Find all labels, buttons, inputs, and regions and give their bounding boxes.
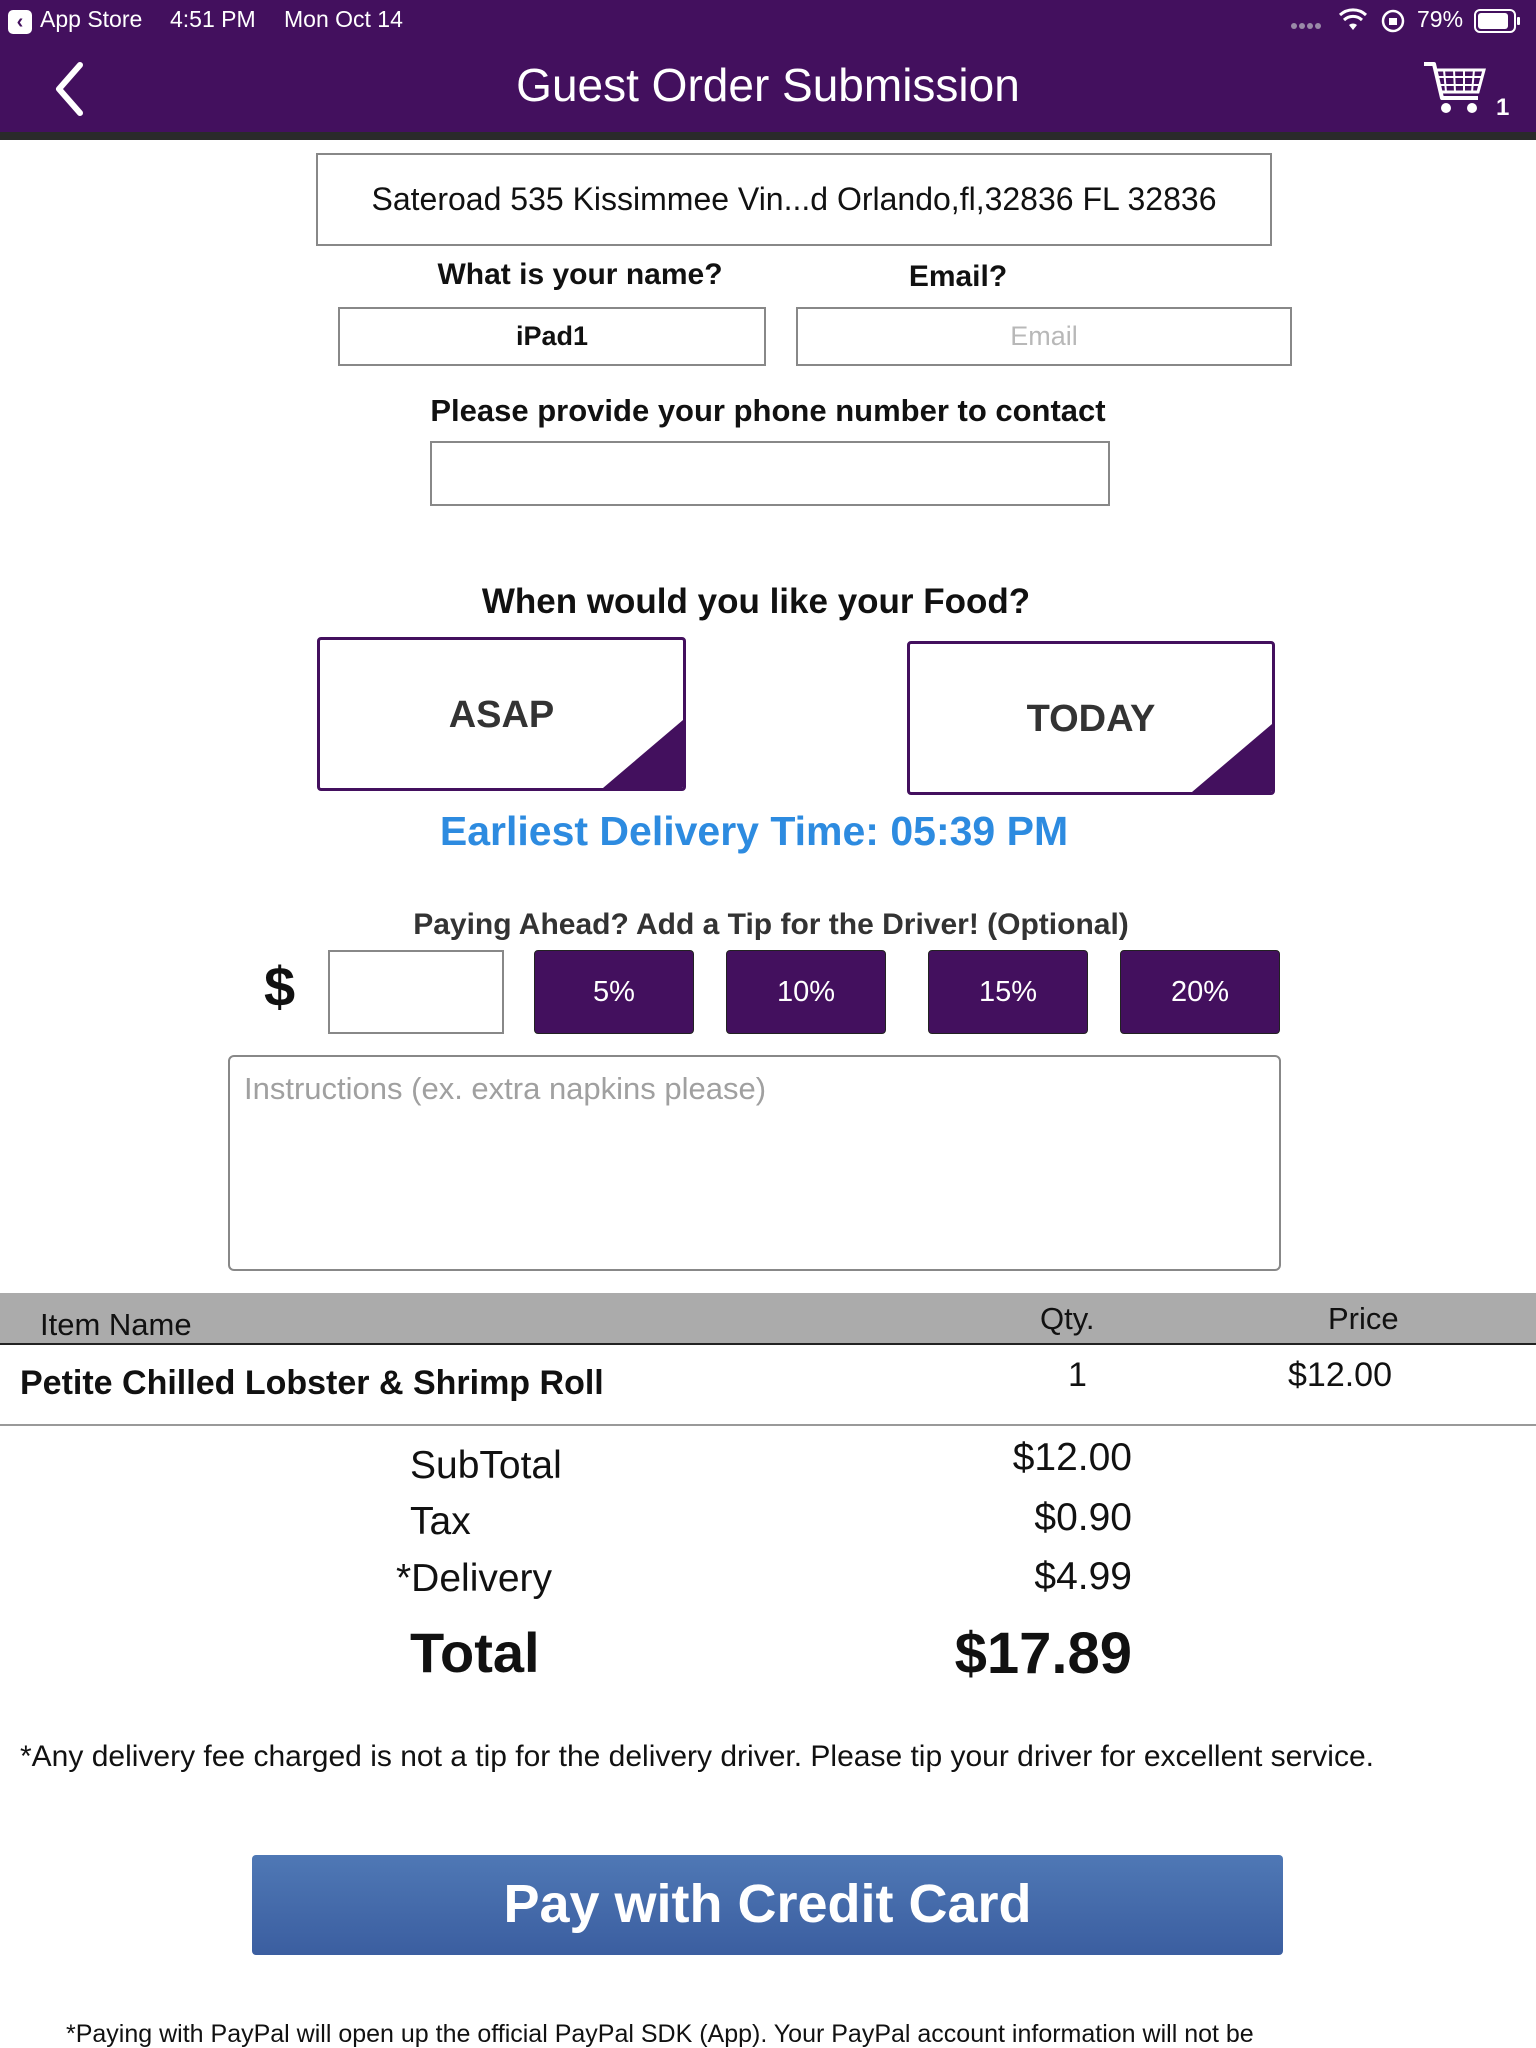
delivery-address-field[interactable]: Sateroad 535 Kissimmee Vin...d Orlando,f… — [316, 153, 1272, 246]
delivery-fee-label: *Delivery — [396, 1557, 553, 1600]
total-label: Total — [410, 1621, 540, 1684]
instructions-textarea[interactable]: Instructions (ex. extra napkins please) — [228, 1055, 1281, 1271]
battery-percent: 79% — [1417, 6, 1464, 32]
delivery-fee-value: $4.99 — [1034, 1555, 1132, 1598]
column-header-item-name: Item Name — [40, 1307, 192, 1342]
pay-with-credit-card-button[interactable]: Pay with Credit Card — [252, 1855, 1283, 1955]
back-app-label[interactable]: App Store — [40, 6, 142, 33]
subtotal-label: SubTotal — [410, 1444, 562, 1487]
tip-20-percent-button[interactable]: 20% — [1120, 950, 1280, 1034]
page-title: Guest Order Submission — [516, 59, 1020, 111]
paypal-note: *Paying with PayPal will open up the off… — [66, 2020, 1254, 2048]
dollar-sign: $ — [264, 955, 296, 1018]
shopping-cart-icon[interactable] — [1422, 60, 1488, 118]
status-time: 4:51 PM — [170, 6, 256, 32]
selection-corner-marker — [603, 720, 683, 788]
tip-5-percent-button[interactable]: 5% — [534, 950, 694, 1034]
battery-icon — [1474, 8, 1522, 39]
item-name: Petite Chilled Lobster & Shrimp Roll — [20, 1364, 604, 1402]
item-price: $12.00 — [1288, 1356, 1392, 1394]
email-label: Email? — [908, 260, 1008, 293]
subtotal-value: $12.00 — [1012, 1436, 1132, 1479]
selection-corner-marker — [1192, 724, 1272, 792]
tip-amount-input[interactable] — [328, 950, 504, 1034]
tip-15-percent-button[interactable]: 15% — [928, 950, 1088, 1034]
tax-value: $0.90 — [1034, 1496, 1132, 1539]
column-header-price: Price — [1328, 1301, 1399, 1336]
status-date: Mon Oct 14 — [284, 6, 403, 32]
phone-label: Please provide your phone number to cont… — [430, 393, 1106, 428]
earliest-delivery-time: Earliest Delivery Time: 05:39 PM — [439, 808, 1069, 854]
asap-button[interactable]: ASAP — [317, 637, 686, 791]
tax-label: Tax — [410, 1500, 471, 1543]
total-value: $17.89 — [954, 1621, 1132, 1686]
phone-input[interactable] — [430, 441, 1110, 506]
today-button[interactable]: TODAY — [907, 641, 1275, 795]
orientation-lock-icon — [1380, 8, 1406, 39]
column-header-qty: Qty. — [1040, 1301, 1095, 1336]
email-input[interactable]: Email — [796, 307, 1292, 366]
delivery-time-question: When would you like your Food? — [481, 582, 1031, 621]
table-row: Petite Chilled Lobster & Shrimp Roll 1 $… — [0, 1348, 1536, 1426]
name-label: What is your name? — [437, 258, 723, 291]
name-input[interactable]: iPad1 — [338, 307, 766, 366]
item-qty: 1 — [1068, 1356, 1087, 1394]
delivery-fee-disclaimer: *Any delivery fee charged is not a tip f… — [20, 1740, 1374, 1773]
signal-dots-icon — [1290, 12, 1326, 37]
order-table-header: Item Name Qty. Price — [0, 1293, 1536, 1345]
tip-label: Paying Ahead? Add a Tip for the Driver! … — [413, 908, 1129, 941]
nav-divider — [0, 132, 1536, 140]
tip-10-percent-button[interactable]: 10% — [726, 950, 886, 1034]
cart-count-badge: 1 — [1496, 94, 1510, 121]
back-to-app-icon[interactable]: ‹ — [8, 10, 32, 34]
wifi-icon — [1338, 8, 1368, 37]
